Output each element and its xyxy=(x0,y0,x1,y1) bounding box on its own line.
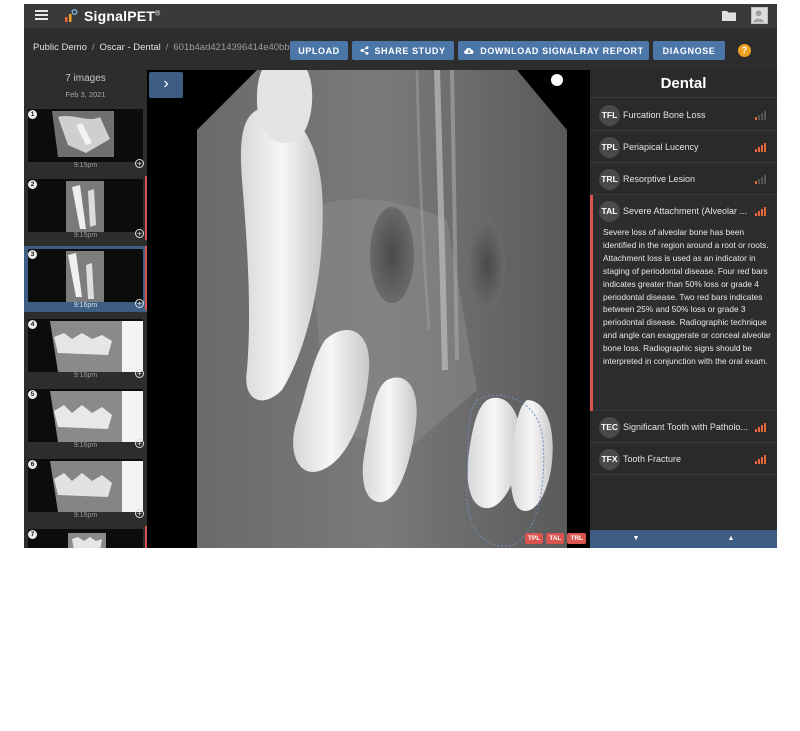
thumbnail-image xyxy=(28,249,143,302)
share-study-button[interactable]: SHARE STUDY xyxy=(352,41,454,60)
finding-tfx[interactable]: TFX Tooth Fracture xyxy=(590,443,777,475)
app-window: SignalPET® Public Demo / Oscar - Dental/60… xyxy=(24,4,777,548)
diagnose-button[interactable]: DIAGNOSE xyxy=(653,41,725,60)
breadcrumb-bar: Public Demo / Oscar - Dental/601b4ad421439… xyxy=(24,28,777,70)
scroll-up-button[interactable]: ▲ xyxy=(721,534,741,544)
finding-name: Severe Attachment (Alveolar ... xyxy=(623,206,748,216)
dental-radiograph xyxy=(147,70,590,548)
thumbnail-number: 5 xyxy=(28,390,37,399)
severity-bars-icon xyxy=(755,207,766,216)
thumbnail-1[interactable]: 1 + 9:15pm xyxy=(24,106,147,172)
thumbnail-6[interactable]: 6 + 9:16pm xyxy=(24,456,147,522)
findings-panel: Dental TFL Furcation Bone Loss TPL Peria… xyxy=(590,70,777,548)
findings-footer: ▼ ▲ xyxy=(590,530,777,548)
breadcrumb-patient[interactable]: Oscar - Dental xyxy=(100,42,161,53)
finding-trl[interactable]: TRL Resorptive Lesion xyxy=(590,163,777,195)
breadcrumb-study-id: 601b4ad4214396414e40bb9 xyxy=(173,42,291,53)
thumbnail-time: 9:16pm xyxy=(73,302,98,309)
finding-code: TFL xyxy=(599,105,620,126)
tag-tal[interactable]: TAL xyxy=(546,533,565,544)
study-date: Feb 3, 2021 xyxy=(65,90,106,99)
thumbnail-panel: 7 images Feb 3, 2021 1 + 9:15pm 2 + 9:15… xyxy=(24,70,147,548)
xray-viewer[interactable]: › TPL TAL TRL xyxy=(147,70,590,548)
tag-trl[interactable]: TRL xyxy=(567,533,586,544)
breadcrumb-public-demo[interactable]: Public Demo xyxy=(33,42,87,53)
severity-bars-icon xyxy=(755,455,766,464)
thumbnail-4[interactable]: 4 + 9:16pm xyxy=(24,316,147,382)
finding-name: Furcation Bone Loss xyxy=(623,110,706,120)
share-icon xyxy=(360,46,369,55)
breadcrumb: Public Demo / Oscar - Dental/601b4ad421439… xyxy=(33,42,291,53)
finding-name: Periapical Lucency xyxy=(623,142,699,152)
thumbnail-image xyxy=(28,389,143,442)
thumbnail-number: 2 xyxy=(28,180,37,189)
thumbnail-time: 9:15pm xyxy=(73,232,98,239)
thumbnail-3[interactable]: 3 + 9:16pm xyxy=(24,246,147,312)
cloud-download-icon xyxy=(464,47,474,54)
finding-code: TFX xyxy=(599,449,620,470)
menu-icon[interactable] xyxy=(35,10,48,20)
download-report-button[interactable]: DOWNLOAD SIGNALRAY REPORT xyxy=(458,41,649,60)
thumbnail-5[interactable]: 5 + 9:16pm xyxy=(24,386,147,452)
thumbnail-image xyxy=(28,459,143,512)
finding-name: Resorptive Lesion xyxy=(623,174,696,184)
severity-bars-icon xyxy=(755,175,766,184)
thumbnail-time: 9:16pm xyxy=(73,512,98,519)
thumbnail-number: 7 xyxy=(28,530,37,539)
thumbnail-time: 9:16pm xyxy=(73,442,98,449)
thumbnail-image xyxy=(28,529,143,548)
thumbnail-image xyxy=(28,319,143,372)
finding-code: TAL xyxy=(599,201,620,222)
thumbnail-image xyxy=(28,179,143,232)
finding-tpl[interactable]: TPL Periapical Lucency xyxy=(590,131,777,163)
finding-name: Tooth Fracture xyxy=(623,454,682,464)
logo-icon xyxy=(65,9,78,22)
finding-code: TRL xyxy=(599,169,620,190)
finding-code: TEC xyxy=(599,417,620,438)
scroll-down-button[interactable]: ▼ xyxy=(626,534,646,544)
top-bar: SignalPET® xyxy=(24,4,777,28)
folder-icon[interactable] xyxy=(722,10,736,21)
finding-tfl[interactable]: TFL Furcation Bone Loss xyxy=(590,99,777,131)
findings-title: Dental xyxy=(590,70,777,98)
finding-code: TPL xyxy=(599,137,620,158)
user-avatar-icon[interactable] xyxy=(751,7,768,24)
expand-panel-button[interactable]: › xyxy=(149,72,183,98)
thumbnail-time: 9:16pm xyxy=(73,372,98,379)
finding-name: Significant Tooth with Patholo... xyxy=(623,422,748,432)
severity-bars-icon xyxy=(755,111,766,120)
thumbnail-image xyxy=(28,109,143,162)
finding-description: Severe loss of alveolar bone has been id… xyxy=(603,227,771,367)
finding-tal[interactable]: TAL Severe Attachment (Alveolar ... Seve… xyxy=(590,195,777,411)
finding-tags: TPL TAL TRL xyxy=(524,533,586,544)
severity-bars-icon xyxy=(755,423,766,432)
severity-bars-icon xyxy=(755,143,766,152)
app-logo: SignalPET® xyxy=(84,8,161,24)
tag-tpl[interactable]: TPL xyxy=(524,533,544,544)
thumbnail-number: 3 xyxy=(28,250,37,259)
thumbnail-7[interactable]: 7 xyxy=(24,526,147,548)
thumbnail-number: 1 xyxy=(28,110,37,119)
thumbnail-2[interactable]: 2 + 9:15pm xyxy=(24,176,147,242)
thumbnail-number: 6 xyxy=(28,460,37,469)
thumbnail-number: 4 xyxy=(28,320,37,329)
thumbnail-time: 9:15pm xyxy=(73,162,98,169)
finding-tec[interactable]: TEC Significant Tooth with Patholo... xyxy=(590,411,777,443)
help-icon[interactable]: ? xyxy=(738,44,751,57)
upload-button[interactable]: UPLOAD xyxy=(290,41,348,60)
finding-accent xyxy=(590,195,593,411)
image-count: 7 images xyxy=(65,73,106,84)
